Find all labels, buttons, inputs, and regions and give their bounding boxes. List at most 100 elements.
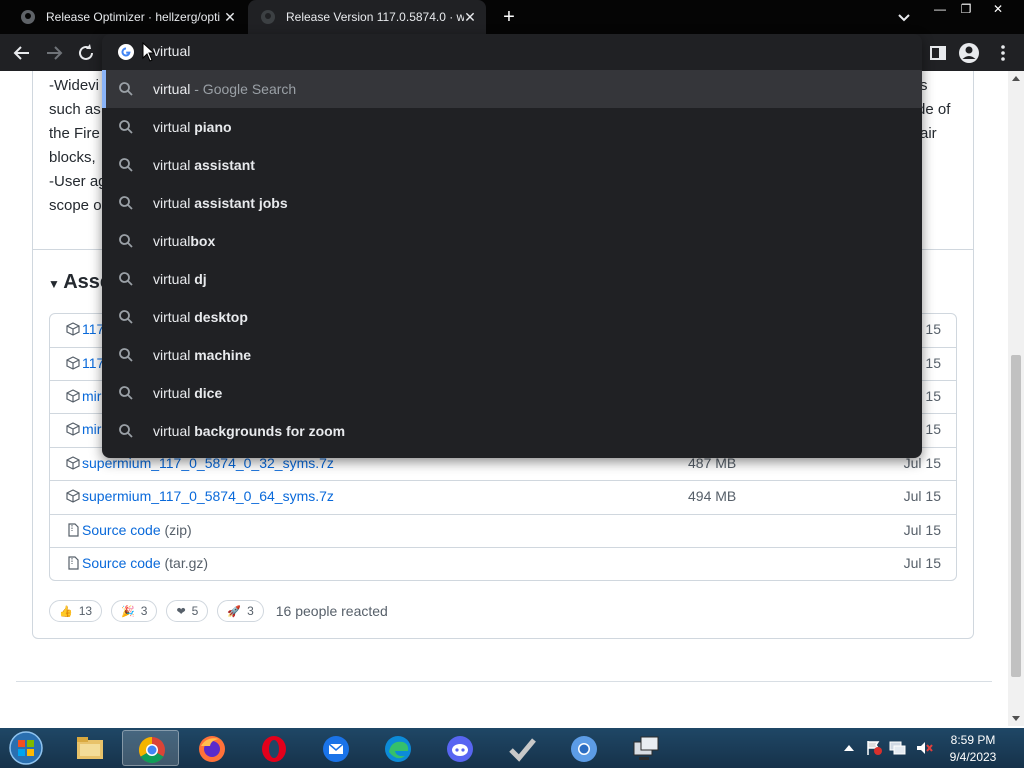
taskbar-chromium[interactable] [555, 730, 612, 766]
suggestion-item[interactable]: virtual backgrounds for zoom [102, 412, 922, 450]
asset-date: 15 [925, 355, 941, 371]
menu-kebab-icon[interactable] [992, 42, 1014, 64]
search-icon [119, 82, 133, 96]
file-zip-icon [68, 523, 79, 537]
clock-date: 9/4/2023 [949, 750, 997, 764]
action-center-flag-icon[interactable] [865, 740, 883, 756]
asset-row[interactable]: Source code (zip) Jul 15 [50, 514, 956, 547]
suggestion-item[interactable]: virtual desktop [102, 298, 922, 336]
search-icon [119, 386, 133, 400]
close-tab-icon[interactable]: ✕ [222, 9, 238, 25]
suggestion-item[interactable]: virtual dice [102, 374, 922, 412]
scrollbar-thumb[interactable] [1011, 355, 1021, 677]
suggestion-google-search[interactable]: virtual - Google Search [102, 70, 922, 108]
search-icon [119, 310, 133, 324]
rocket-icon: 🚀 [227, 605, 242, 618]
suggestion-completion: assistant [194, 157, 255, 173]
network-icon[interactable] [889, 740, 907, 756]
new-tab-button[interactable]: + [498, 6, 520, 28]
asset-link[interactable]: 117 [82, 355, 104, 371]
suggestion-prefix: virtual [153, 309, 195, 325]
restore-button[interactable]: ❐ [952, 0, 980, 18]
browser-title-bar: Release Optimizer · hellzerg/opti ✕ Rele… [0, 0, 1024, 34]
suggestion-prefix: virtual [153, 195, 195, 211]
taskbar-edge[interactable] [369, 730, 426, 766]
start-button-icon[interactable] [6, 730, 46, 766]
back-arrow-icon[interactable] [11, 42, 33, 64]
suggestion-completion: piano [194, 119, 232, 135]
scroll-up-arrow-icon[interactable] [1011, 74, 1021, 82]
suggestion-text: virtual assistant [153, 157, 255, 173]
search-icon [119, 120, 133, 134]
suggestion-item[interactable]: virtual assistant [102, 146, 922, 184]
tab-release-optimizer[interactable]: Release Optimizer · hellzerg/opti ✕ [8, 0, 246, 34]
reactions-bar: 👍 13 🎉 3 ❤ 5 🚀 3 16 people reacted [49, 599, 388, 623]
asset-link[interactable]: supermium_117_0_5874_0_64_syms.7z [82, 488, 334, 504]
reaction-rocket[interactable]: 🚀 3 [217, 600, 264, 622]
reload-icon[interactable] [75, 42, 97, 64]
address-bar[interactable]: virtual [102, 34, 922, 70]
omnibox-dropdown: virtual virtual - Google Search virtual … [102, 34, 922, 458]
asset-date: Jul 15 [903, 488, 941, 504]
taskbar-file-explorer[interactable] [61, 730, 118, 766]
suggestion-text: virtual dice [153, 385, 222, 401]
close-window-button[interactable]: ✕ [984, 0, 1012, 18]
suggestion-suffix: - Google Search [190, 81, 297, 97]
show-hidden-icons-chevron-icon[interactable] [843, 743, 855, 753]
suggestion-text: virtual piano [153, 119, 232, 135]
tab-title: Release Version 117.0.5874.0 · wi [286, 10, 464, 24]
asset-link[interactable]: Source code (zip) [82, 522, 192, 538]
suggestion-item[interactable]: virtual piano [102, 108, 922, 146]
suggestion-prefix: virtual [153, 81, 191, 97]
taskbar-discord[interactable] [431, 730, 488, 766]
google-logo-icon [118, 44, 134, 60]
taskbar-thunderbird[interactable] [307, 730, 364, 766]
suggestion-text: virtual assistant jobs [153, 195, 288, 211]
description-text: scope o [49, 197, 102, 214]
package-icon [66, 456, 80, 470]
search-icon [119, 424, 133, 438]
asset-link[interactable]: mir [82, 388, 101, 404]
address-bar-input[interactable]: virtual [153, 43, 190, 59]
suggestion-item[interactable]: virtual dj [102, 260, 922, 298]
windows-taskbar: 8:59 PM 9/4/2023 [0, 728, 1024, 768]
suggestion-item[interactable]: virtual machine [102, 336, 922, 374]
side-panel-icon[interactable] [927, 42, 949, 64]
suggestion-text: virtual desktop [153, 309, 248, 325]
description-text: air [920, 125, 937, 142]
package-icon [66, 489, 80, 503]
asset-link-text: Source code [82, 522, 161, 538]
mouse-cursor-icon [142, 42, 156, 62]
tab-release-version[interactable]: Release Version 117.0.5874.0 · wi ✕ [248, 0, 486, 34]
suggestion-item[interactable]: virtual assistant jobs [102, 184, 922, 222]
forward-arrow-icon[interactable] [43, 42, 65, 64]
minimize-button[interactable]: — [926, 0, 954, 18]
profile-avatar-icon[interactable] [958, 42, 980, 64]
taskbar-checkmark-app[interactable] [493, 730, 550, 766]
taskbar-clock[interactable]: 8:59 PM 9/4/2023 [942, 732, 1004, 766]
asset-link[interactable]: 117 [82, 321, 104, 337]
suggestion-prefix: virtual [153, 119, 195, 135]
asset-row[interactable]: supermium_117_0_5874_0_64_syms.7z 494 MB… [50, 480, 956, 513]
asset-link[interactable]: mir [82, 421, 101, 437]
taskbar-firefox[interactable] [183, 730, 240, 766]
reaction-heart[interactable]: ❤ 5 [166, 600, 209, 622]
tab-search-chevron-icon[interactable] [895, 8, 913, 26]
asset-row[interactable]: Source code (tar.gz) Jul 15 [50, 547, 956, 580]
suggestion-item[interactable]: virtualbox [102, 222, 922, 260]
reaction-count: 3 [140, 604, 148, 618]
suggestion-text: virtual machine [153, 347, 251, 363]
thumbs-up-icon: 👍 [59, 605, 73, 618]
reaction-hooray[interactable]: 🎉 3 [111, 600, 158, 622]
volume-muted-icon[interactable] [915, 740, 933, 756]
taskbar-opera[interactable] [245, 730, 302, 766]
taskbar-chrome[interactable] [122, 730, 179, 766]
suggestion-prefix: virtual [153, 157, 195, 173]
suggestion-text: virtual dj [153, 271, 207, 287]
folder-icon [77, 737, 103, 759]
scroll-down-arrow-icon[interactable] [1011, 715, 1021, 723]
close-tab-icon[interactable]: ✕ [462, 9, 478, 25]
asset-link[interactable]: Source code (tar.gz) [82, 555, 208, 571]
taskbar-remote-desktop[interactable] [617, 730, 674, 766]
reaction-thumbs-up[interactable]: 👍 13 [49, 600, 103, 622]
